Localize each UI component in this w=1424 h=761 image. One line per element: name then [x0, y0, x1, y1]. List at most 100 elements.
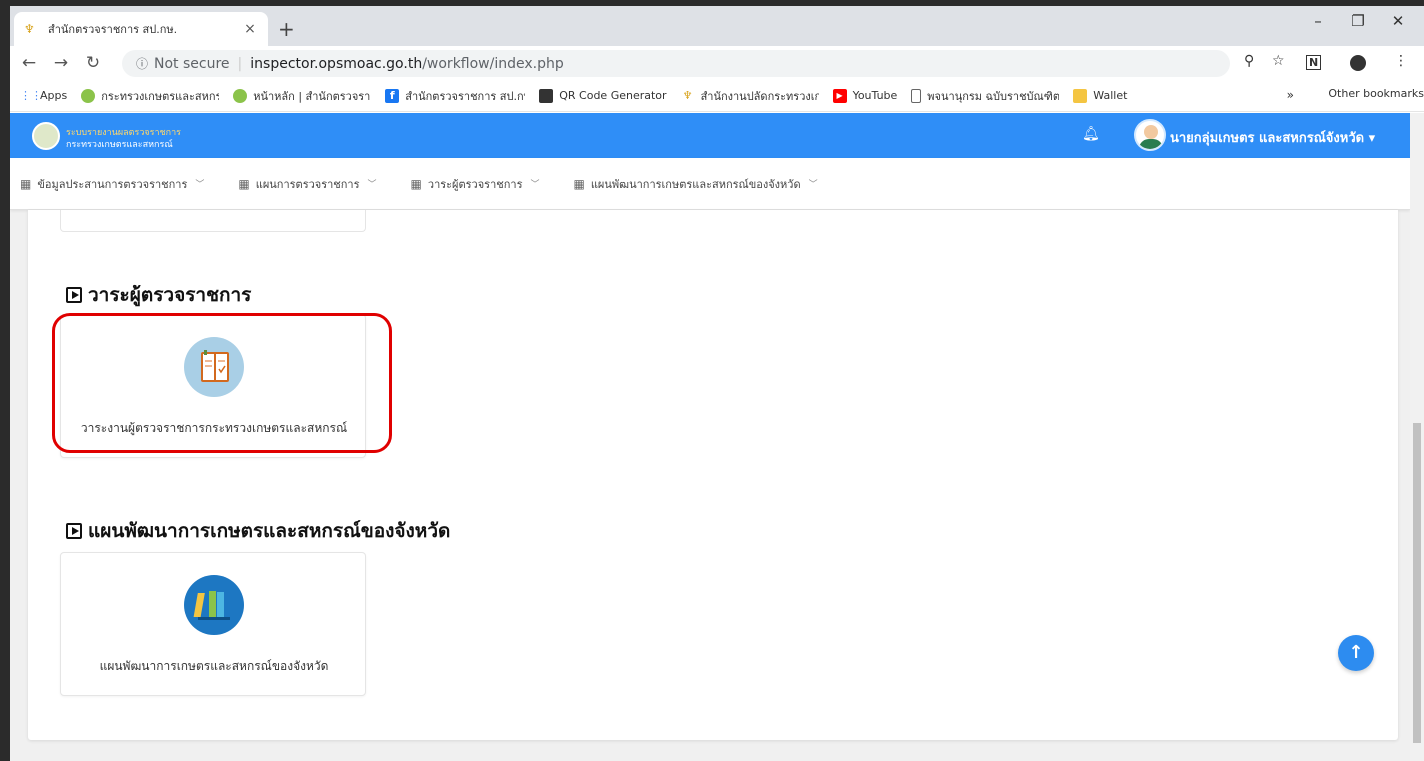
profile-icon[interactable] [1350, 55, 1366, 71]
browser-window: ♆ สำนักตรวจราชการ สป.กษ. × + – ❐ ✕ ← → ↻… [10, 6, 1424, 761]
bookmark-dictionary[interactable]: พจนานุกรม ฉบับราชบัณฑิตยสถาน [911, 87, 1059, 105]
section-title: วาระผู้ตรวจราชการ [88, 284, 252, 306]
star-icon[interactable]: ☆ [1272, 53, 1285, 69]
app-header: ระบบรายงานผลตรวจราชการ กระทรวงเกษตรและสห… [10, 113, 1410, 158]
page-viewport: ระบบรายงานผลตรวจราชการ กระทรวงเกษตรและสห… [10, 113, 1410, 761]
moac-logo-icon [233, 88, 248, 103]
chevron-down-icon: ﹀ [195, 180, 205, 190]
divider: | [237, 55, 243, 72]
bookmark-label: หน้าหลัก | สำนักตรวจราชการ [253, 89, 371, 103]
menu-development-plan[interactable]: ▦ แผนพัฒนาการเกษตรและสหกรณ์ของจังหวัด ﹀ [574, 175, 818, 193]
card-inspector-agenda[interactable]: วาระงานผู้ตรวจราชการกระทรวงเกษตรและสหกรณ… [60, 314, 366, 458]
section-heading-agenda: วาระผู้ตรวจราชการ [66, 280, 251, 310]
play-square-icon [66, 287, 82, 303]
bookmark-wallet[interactable]: Wallet [1073, 88, 1128, 103]
app-logo-icon[interactable] [32, 122, 60, 150]
bookmarks-bar: ⋮⋮ Apps กระทรวงเกษตรและสหกรณ์ หน้าหลัก |… [10, 80, 1424, 112]
bookmark-youtube[interactable]: ▶ YouTube [832, 88, 898, 103]
tab-title: สำนักตรวจราชการ สป.กษ. [48, 23, 178, 36]
user-name: นายกลุ่มเกษตร และสหกรณ์จังหวัด [1170, 131, 1365, 146]
bookmarks-overflow-button[interactable]: » [1287, 88, 1294, 102]
content-panel: วาระผู้ตรวจราชการ วาระงานผู้ตรวจราชการกร… [28, 210, 1398, 740]
binders-icon [184, 575, 244, 635]
bookmark-label: Apps [40, 89, 68, 102]
avatar[interactable] [1134, 119, 1166, 151]
minimize-icon[interactable]: – [1298, 12, 1338, 30]
bookmark-ops[interactable]: ♆ สำนักงานปลัดกระทรวงเกษตรและสหกรณ์ [681, 87, 819, 105]
bookmark-label: Wallet [1093, 89, 1128, 102]
moac-logo-icon [81, 88, 96, 103]
menu-label: แผนพัฒนาการเกษตรและสหกรณ์ของจังหวัด [590, 177, 801, 191]
menu-inspector-agenda[interactable]: ▦ วาระผู้ตรวจราชการ ﹀ [411, 175, 540, 193]
menu-label: วาระผู้ตรวจราชการ [427, 177, 523, 191]
screen: ♆ สำนักตรวจราชการ สป.กษ. × + – ❐ ✕ ← → ↻… [0, 0, 1424, 761]
address-bar[interactable]: ⓘ Not secure | inspector.opsmoac.go.th /… [122, 50, 1230, 77]
reload-icon[interactable]: ↻ [80, 53, 106, 73]
app-subtitle: กระทรวงเกษตรและสหกรณ์ [66, 140, 173, 150]
menu-label: แผนการตรวจราชการ [255, 177, 360, 191]
ops-logo-icon: ♆ [682, 88, 693, 102]
notebook-icon [184, 337, 244, 397]
folder-icon [1073, 88, 1088, 103]
new-tab-icon[interactable]: + [278, 17, 295, 41]
chevron-down-icon: ﹀ [808, 180, 818, 190]
card-label: วาระงานผู้ตรวจราชการกระทรวงเกษตรและสหกรณ… [80, 421, 348, 435]
menu-inspection-plan[interactable]: ▦ แผนการตรวจราชการ ﹀ [238, 175, 376, 193]
info-icon[interactable]: ⓘ [136, 55, 148, 72]
bookmark-inspector-home[interactable]: หน้าหลัก | สำนักตรวจราชการ [233, 87, 371, 105]
card-development-plan[interactable]: แผนพัฒนาการเกษตรและสหกรณ์ของจังหวัด [60, 552, 366, 696]
bookmark-label: สำนักตรวจราชการ สป.กษ. [405, 89, 526, 103]
avatar-head [1144, 125, 1158, 139]
section-title: แผนพัฒนาการเกษตรและสหกรณ์ของจังหวัด [88, 520, 451, 542]
browser-toolbar: ← → ↻ ⓘ Not secure | inspector.opsmoac.g… [10, 46, 1424, 80]
section-heading-development-plan: แผนพัฒนาการเกษตรและสหกรณ์ของจังหวัด [66, 516, 450, 546]
chevron-down-icon: ﹀ [530, 180, 540, 190]
grid-icon: ▦ [238, 176, 250, 191]
other-bookmarks[interactable]: Other bookmarks [1328, 87, 1424, 100]
forward-icon[interactable]: → [48, 53, 74, 73]
close-window-icon[interactable]: ✕ [1378, 12, 1418, 30]
ops-logo-icon: ♆ [24, 22, 35, 36]
back-icon[interactable]: ← [16, 53, 42, 73]
user-menu[interactable]: นายกลุ่มเกษตร และสหกรณ์จังหวัด ▾ [1170, 127, 1375, 148]
grid-icon: ▦ [20, 176, 32, 191]
other-bookmarks-label: Other bookmarks [1328, 87, 1424, 100]
bookmark-label: สำนักงานปลัดกระทรวงเกษตรและสหกรณ์ [700, 89, 819, 103]
bookmark-label: YouTube [852, 89, 898, 102]
bookmark-apps[interactable]: ⋮⋮ Apps [20, 89, 67, 103]
bookmark-qr[interactable]: QR Code Generator [539, 88, 667, 103]
bookmark-label: กระทรวงเกษตรและสหกรณ์ [101, 89, 220, 103]
tab-strip: ♆ สำนักตรวจราชการ สป.กษ. × + – ❐ ✕ [10, 6, 1424, 46]
card-label: แผนพัฒนาการเกษตรและสหกรณ์ของจังหวัด [99, 659, 329, 673]
browser-tab[interactable]: ♆ สำนักตรวจราชการ สป.กษ. × [14, 12, 268, 46]
apps-grid-icon: ⋮⋮ [20, 88, 42, 102]
close-tab-icon[interactable]: × [242, 21, 258, 37]
bell-icon[interactable]: 🔔︎ [1082, 126, 1100, 142]
chevron-down-icon: ﹀ [367, 180, 377, 190]
bookmark-moac[interactable]: กระทรวงเกษตรและสหกรณ์ [81, 87, 219, 105]
grid-icon: ▦ [573, 176, 585, 191]
grid-icon: ▦ [410, 176, 422, 191]
bookmark-label: QR Code Generator [559, 89, 667, 102]
youtube-icon: ▶ [832, 88, 847, 103]
restore-icon[interactable]: ❐ [1338, 12, 1378, 30]
url-path: /workflow/index.php [422, 55, 564, 72]
menu-kebab-icon[interactable]: ⋮ [1394, 53, 1408, 69]
qr-icon [539, 88, 554, 103]
bookmark-facebook[interactable]: f สำนักตรวจราชการ สป.กษ. [385, 87, 525, 105]
page-icon [911, 88, 922, 103]
main-menu: ▦ ข้อมูลประสานการตรวจราชการ ﹀ ▦ แผนการตร… [10, 158, 1410, 210]
extension-n-icon[interactable]: N [1306, 55, 1322, 70]
card-partial[interactable] [60, 210, 366, 232]
page-scrollbar[interactable] [1410, 113, 1424, 761]
security-label: Not secure [154, 55, 230, 72]
bookmark-label: พจนานุกรม ฉบับราชบัณฑิตยสถาน [927, 89, 1060, 103]
url-host: inspector.opsmoac.go.th [250, 55, 423, 72]
menu-coordination[interactable]: ▦ ข้อมูลประสานการตรวจราชการ ﹀ [20, 175, 204, 193]
facebook-icon: f [385, 88, 400, 103]
menu-label: ข้อมูลประสานการตรวจราชการ [37, 177, 188, 191]
zoom-icon[interactable]: ⚲ [1244, 53, 1254, 69]
scroll-thumb[interactable] [1413, 423, 1421, 743]
avatar-body [1139, 139, 1163, 149]
scroll-to-top-button[interactable]: ↑ [1338, 635, 1374, 671]
